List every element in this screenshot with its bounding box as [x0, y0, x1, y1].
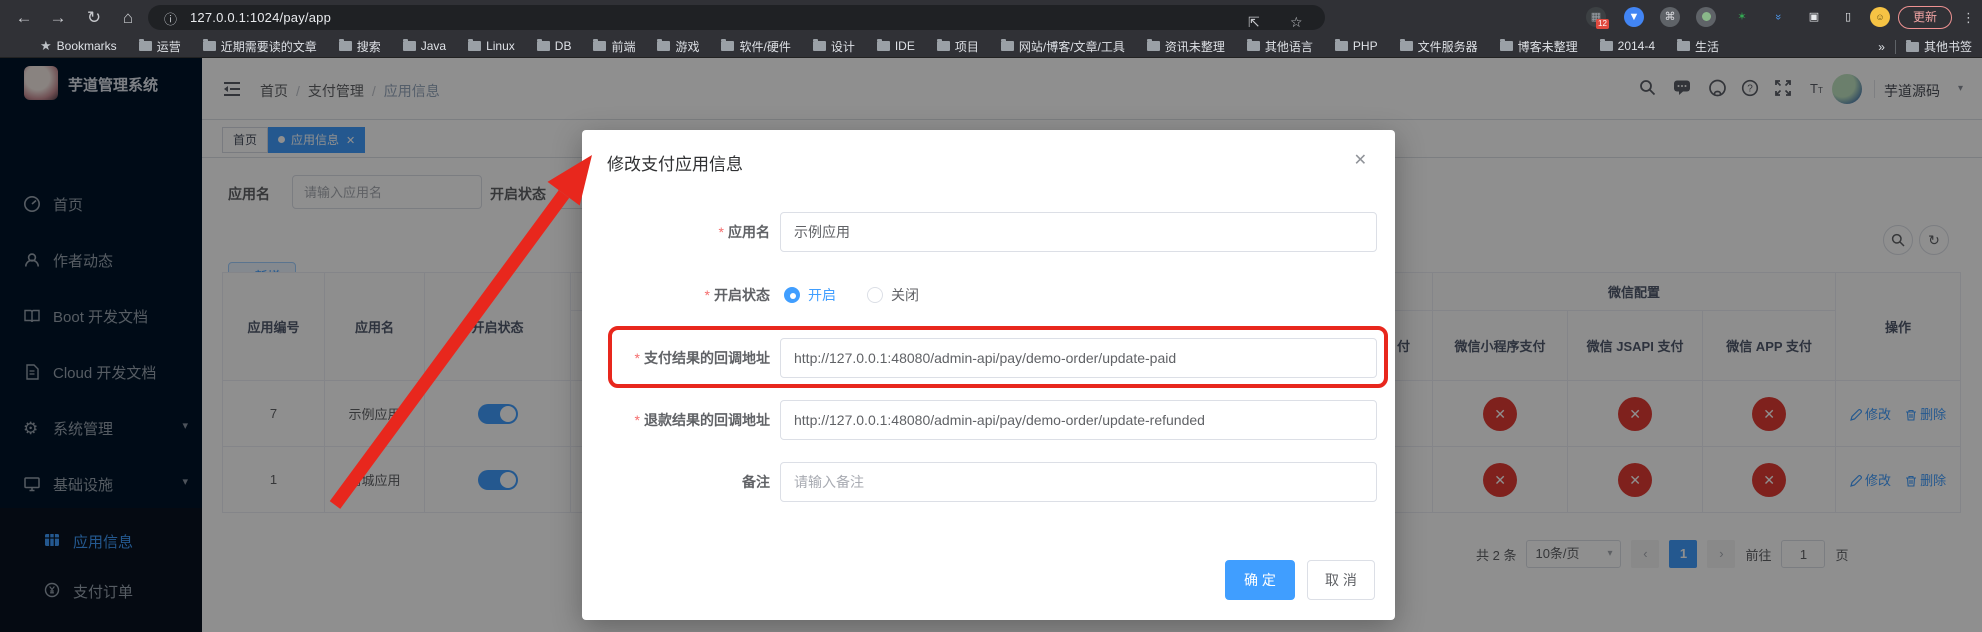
folder-icon	[468, 41, 481, 51]
chrome-menu-icon[interactable]: ⋮	[1962, 0, 1975, 35]
bookmark-folder[interactable]: 设计	[813, 38, 855, 55]
bookmarks-overflow-chevron[interactable]: »	[1878, 40, 1885, 54]
address-bar[interactable]: ⓘ 127.0.0.1:1024/pay/app ⇱ ☆	[148, 5, 1325, 30]
radio-on-label[interactable]: 开启	[808, 285, 836, 305]
back-icon[interactable]: ←	[10, 0, 38, 35]
pay-notify-input[interactable]	[780, 338, 1377, 378]
folder-icon	[203, 41, 216, 51]
radio-on[interactable]	[784, 287, 800, 303]
bookmark-folder[interactable]: 游戏	[657, 38, 699, 55]
site-info-icon[interactable]: ⓘ	[164, 9, 177, 28]
extension-6-icon[interactable]: »	[1768, 7, 1788, 27]
bookmark-folder[interactable]: DB	[537, 39, 572, 53]
home-icon[interactable]: ⌂	[114, 0, 142, 35]
app-name-input[interactable]	[780, 212, 1377, 252]
bookmark-folder[interactable]: Linux	[468, 39, 515, 53]
extensions-puzzle-icon[interactable]: ▣	[1804, 7, 1824, 27]
extension-3-icon[interactable]: ⌘	[1660, 7, 1680, 27]
folder-icon	[1001, 41, 1014, 51]
cancel-button[interactable]: 取 消	[1307, 560, 1375, 600]
extension-7-icon[interactable]: ▯	[1838, 7, 1858, 27]
status-label: 开启状态	[582, 275, 770, 315]
folder-icon	[1400, 41, 1413, 51]
refund-notify-label: 退款结果的回调地址	[582, 400, 770, 440]
bookmark-star-icon[interactable]: ☆	[1290, 13, 1303, 31]
remark-label: 备注	[582, 462, 770, 502]
remark-input[interactable]	[780, 462, 1377, 502]
extension-5-icon[interactable]: ✶	[1732, 7, 1752, 27]
folder-icon	[1600, 41, 1613, 51]
bookmark-folder[interactable]: 2014-4	[1600, 39, 1655, 53]
extension-4-icon[interactable]	[1696, 7, 1716, 27]
browser-toolbar: ← → ↻ ⌂ ⓘ 127.0.0.1:1024/pay/app ⇱ ☆ ▦12…	[0, 0, 1982, 35]
extension-2-icon[interactable]: ▼	[1624, 7, 1644, 27]
folder-icon	[593, 41, 606, 51]
star-icon: ★	[40, 38, 52, 54]
bookmark-folder[interactable]: 搜索	[339, 38, 381, 55]
folder-icon	[1677, 41, 1690, 51]
other-bookmarks[interactable]: 其他书签	[1906, 38, 1972, 55]
bookmark-folder[interactable]: 项目	[937, 38, 979, 55]
bookmarks-root[interactable]: ★Bookmarks	[40, 38, 117, 54]
folder-icon	[721, 41, 734, 51]
extension-1-icon[interactable]: ▦12	[1586, 7, 1606, 27]
radio-off[interactable]	[867, 287, 883, 303]
folder-icon	[537, 41, 550, 51]
chrome-update-button[interactable]: 更新	[1898, 6, 1952, 29]
folder-icon	[1335, 41, 1348, 51]
bookmark-folder[interactable]: 运营	[139, 38, 181, 55]
app-name-label: 应用名	[582, 212, 770, 252]
bookmarks-bar: ★Bookmarks 运营 近期需要读的文章 搜索 Java Linux DB …	[0, 35, 1982, 58]
bookmark-folder[interactable]: 资讯未整理	[1147, 38, 1225, 55]
pay-notify-label: 支付结果的回调地址	[582, 338, 770, 378]
bookmark-folder[interactable]: 文件服务器	[1400, 38, 1478, 55]
folder-icon	[1500, 41, 1513, 51]
refund-notify-input[interactable]	[780, 400, 1377, 440]
folder-icon	[937, 41, 950, 51]
bookmark-folder[interactable]: 其他语言	[1247, 38, 1313, 55]
emoji-extension-icon[interactable]: ☺	[1870, 7, 1890, 27]
bookmark-folder[interactable]: Java	[403, 39, 446, 53]
dialog-title: 修改支付应用信息	[607, 150, 743, 175]
folder-icon	[813, 41, 826, 51]
folder-icon	[139, 41, 152, 51]
radio-off-label[interactable]: 关闭	[891, 285, 919, 305]
folder-icon	[403, 41, 416, 51]
divider	[1895, 40, 1896, 54]
edit-app-dialog: 修改支付应用信息 ✕ 应用名 开启状态 开启 关闭 支付结果的回调地址 退款结果…	[582, 130, 1395, 620]
bookmark-folder[interactable]: PHP	[1335, 39, 1378, 53]
bookmark-folder[interactable]: 近期需要读的文章	[203, 38, 317, 55]
folder-icon	[1906, 42, 1919, 52]
reload-icon[interactable]: ↻	[80, 0, 108, 35]
bookmark-folder[interactable]: 博客未整理	[1500, 38, 1578, 55]
folder-icon	[1147, 41, 1160, 51]
folder-icon	[657, 41, 670, 51]
bookmark-folder[interactable]: 软件/硬件	[721, 38, 790, 55]
bookmark-folder[interactable]: 网站/博客/文章/工具	[1001, 38, 1125, 55]
bookmark-folder[interactable]: 生活	[1677, 38, 1719, 55]
folder-icon	[877, 41, 890, 51]
url-text: 127.0.0.1:1024/pay/app	[190, 10, 331, 25]
close-icon[interactable]: ✕	[1354, 150, 1367, 170]
share-icon[interactable]: ⇱	[1248, 13, 1260, 31]
confirm-button[interactable]: 确 定	[1225, 560, 1295, 600]
bookmark-folder[interactable]: IDE	[877, 39, 915, 53]
screen: ← → ↻ ⌂ ⓘ 127.0.0.1:1024/pay/app ⇱ ☆ ▦12…	[0, 0, 1982, 632]
forward-icon[interactable]: →	[44, 0, 72, 35]
folder-icon	[1247, 41, 1260, 51]
folder-icon	[339, 41, 352, 51]
bookmark-folder[interactable]: 前端	[593, 38, 635, 55]
